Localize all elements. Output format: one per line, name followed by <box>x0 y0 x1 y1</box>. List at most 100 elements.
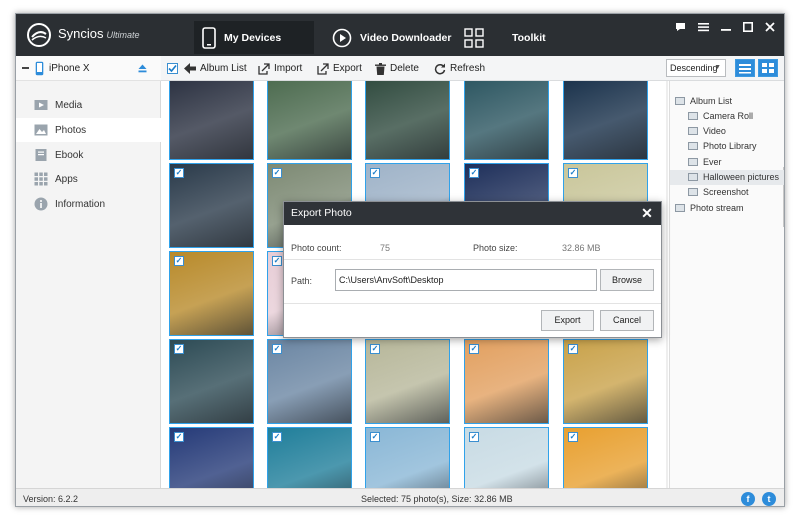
album-item[interactable]: Photo stream <box>670 200 784 215</box>
photo-checkbox[interactable]: ✓ <box>370 344 380 354</box>
photo-thumbnail[interactable]: ✓ <box>169 339 254 424</box>
menu-icon[interactable] <box>695 20 711 36</box>
sidebar-item-apps[interactable]: Apps <box>16 167 161 191</box>
select-all-checkbox[interactable] <box>167 61 182 76</box>
photo-checkbox[interactable]: ✓ <box>568 344 578 354</box>
photo-thumbnail[interactable]: ✓ <box>169 427 254 488</box>
sidebar-item-ebook[interactable]: Ebook <box>16 143 161 167</box>
grid-view-button[interactable] <box>758 59 778 77</box>
photo-thumbnail[interactable]: ✓ <box>169 251 254 336</box>
iphone-icon <box>35 61 44 76</box>
dialog-title-bar: Export Photo ✕ <box>284 202 661 225</box>
album-item[interactable]: Video <box>670 124 784 139</box>
album-item[interactable]: Screenshot <box>670 185 784 200</box>
phone-icon <box>202 26 216 49</box>
cancel-button[interactable]: Cancel <box>600 310 654 331</box>
export-label: Export <box>333 63 362 74</box>
facebook-icon[interactable]: f <box>741 492 755 506</box>
photo-thumbnail[interactable] <box>464 81 549 160</box>
path-input[interactable]: C:\Users\AnvSoft\Desktop <box>335 269 597 291</box>
tab-my-devices[interactable]: My Devices <box>194 21 314 54</box>
album-item[interactable]: Photo Library <box>670 139 784 154</box>
sort-order-select[interactable]: Descending ▼ <box>666 59 726 77</box>
chat-icon[interactable] <box>672 20 688 36</box>
sidebar-item-label: Photos <box>55 124 87 136</box>
photo-thumbnail[interactable]: ✓ <box>464 339 549 424</box>
album-icon <box>675 96 685 105</box>
photo-checkbox[interactable]: ✓ <box>174 168 184 178</box>
sidebar-item-information[interactable]: Information <box>16 192 161 216</box>
twitter-glyph: t <box>767 494 771 504</box>
photo-checkbox[interactable]: ✓ <box>174 344 184 354</box>
photo-checkbox[interactable]: ✓ <box>568 432 578 442</box>
export-confirm-button[interactable]: Export <box>541 310 594 331</box>
export-button[interactable]: Export <box>317 61 362 76</box>
tab-toolkit[interactable]: Toolkit <box>464 21 564 54</box>
photo-checkbox[interactable]: ✓ <box>370 168 380 178</box>
tab-video-downloader[interactable]: Video Downloader <box>332 21 452 54</box>
album-item[interactable]: Halloween pictures <box>670 169 784 185</box>
tab-label: Video Downloader <box>360 31 452 44</box>
album-icon <box>675 203 685 212</box>
path-label: Path: <box>291 276 313 286</box>
photo-count-label: Photo count: <box>291 243 342 253</box>
album-icon <box>688 111 698 120</box>
photo-checkbox[interactable]: ✓ <box>272 256 282 266</box>
path-value: C:\Users\AnvSoft\Desktop <box>339 275 444 285</box>
photo-checkbox[interactable]: ✓ <box>469 168 479 178</box>
photo-checkbox[interactable]: ✓ <box>370 432 380 442</box>
refresh-button[interactable]: Refresh <box>434 61 485 76</box>
tab-label: Toolkit <box>512 31 546 44</box>
device-selector[interactable]: iPhone X <box>16 56 161 81</box>
photo-checkbox[interactable]: ✓ <box>174 432 184 442</box>
photo-checkbox[interactable]: ✓ <box>469 344 479 354</box>
delete-button[interactable]: Delete <box>375 61 419 76</box>
eject-icon[interactable] <box>138 64 147 73</box>
close-icon[interactable] <box>762 20 778 36</box>
photo-checkbox[interactable]: ✓ <box>174 256 184 266</box>
export-photo-dialog: Export Photo ✕ Photo count: 75 Photo siz… <box>283 201 662 338</box>
photo-thumbnail[interactable]: ✓ <box>365 339 450 424</box>
list-view-button[interactable] <box>735 59 755 77</box>
album-item[interactable]: Ever <box>670 154 784 169</box>
album-label: Album List <box>690 95 733 106</box>
browse-button[interactable]: Browse <box>600 269 654 291</box>
photo-checkbox[interactable]: ✓ <box>272 168 282 178</box>
album-item[interactable]: Album List <box>670 93 784 108</box>
photo-checkbox[interactable]: ✓ <box>272 344 282 354</box>
photo-checkbox[interactable]: ✓ <box>469 432 479 442</box>
photo-thumbnail[interactable]: ✓ <box>169 163 254 248</box>
photo-checkbox[interactable]: ✓ <box>272 432 282 442</box>
album-label: Photo stream <box>690 202 744 213</box>
twitter-icon[interactable]: t <box>762 492 776 506</box>
photo-thumbnail[interactable]: ✓ <box>267 339 352 424</box>
album-label: Screenshot <box>703 187 749 198</box>
photo-thumbnail[interactable]: ✓ <box>563 339 648 424</box>
photo-thumbnail[interactable] <box>563 81 648 160</box>
collapse-icon[interactable] <box>22 67 29 69</box>
photo-thumbnail[interactable]: ✓ <box>464 427 549 488</box>
maximize-icon[interactable] <box>740 20 756 36</box>
tab-label: My Devices <box>224 31 282 44</box>
photo-thumbnail[interactable]: ✓ <box>267 427 352 488</box>
photo-thumbnail[interactable]: ✓ <box>365 427 450 488</box>
sidebar-item-media[interactable]: Media <box>16 93 161 117</box>
sidebar-item-photos[interactable]: Photos <box>16 118 161 142</box>
status-bar: Version: 6.2.2 Selected: 75 photo(s), Si… <box>16 488 784 506</box>
arrow-left-icon <box>184 63 196 74</box>
photo-thumbnail[interactable] <box>365 81 450 160</box>
photo-thumbnail[interactable]: ✓ <box>563 427 648 488</box>
app-title: Syncios Ultimate <box>58 26 140 41</box>
album-item[interactable]: Camera Roll <box>670 108 784 123</box>
album-label: Photo Library <box>703 141 757 152</box>
close-icon[interactable]: ✕ <box>640 206 654 220</box>
album-list-button[interactable]: Album List <box>184 61 247 76</box>
minimize-icon[interactable] <box>718 20 734 36</box>
import-button[interactable]: Import <box>258 61 302 76</box>
photos-icon <box>34 124 48 136</box>
photo-checkbox[interactable]: ✓ <box>568 168 578 178</box>
vertical-scrollbar[interactable] <box>666 81 668 488</box>
chevron-down-icon: ▼ <box>714 64 721 71</box>
photo-thumbnail[interactable] <box>267 81 352 160</box>
photo-thumbnail[interactable] <box>169 81 254 160</box>
